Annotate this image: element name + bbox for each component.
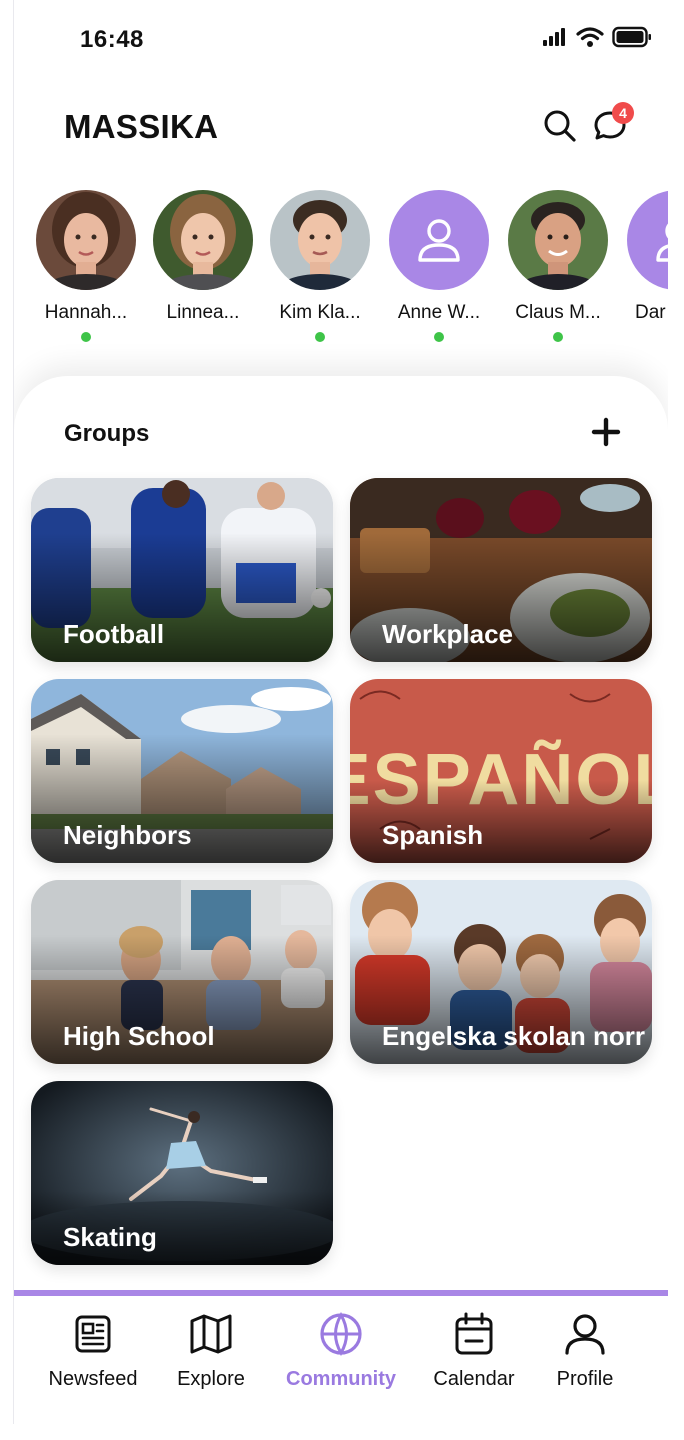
tab-community[interactable]: Community bbox=[281, 1310, 401, 1391]
wifi-icon bbox=[576, 27, 604, 47]
group-card-engelska-skolan-norr[interactable]: Engelska skolan norr bbox=[350, 880, 652, 1064]
group-card-high-school[interactable]: High School bbox=[31, 880, 333, 1064]
avatar bbox=[153, 190, 253, 290]
person-item[interactable]: Kim Kla... bbox=[268, 190, 372, 342]
bottom-tab-bar: Newsfeed Explore Community Calendar Prof… bbox=[14, 1296, 668, 1424]
plus-icon bbox=[591, 417, 621, 447]
avatar bbox=[36, 190, 136, 290]
tab-label: Calendar bbox=[433, 1368, 515, 1390]
group-name: Skating bbox=[63, 1222, 157, 1252]
signal-icon bbox=[543, 28, 565, 46]
person-name: Anne W... bbox=[397, 302, 481, 323]
tab-explore[interactable]: Explore bbox=[151, 1310, 271, 1391]
person-name: Dar bbox=[635, 302, 666, 323]
messages-button[interactable]: 4 bbox=[590, 102, 634, 146]
tab-label: Newsfeed bbox=[48, 1368, 138, 1390]
person-item[interactable]: Anne W... bbox=[387, 190, 491, 342]
person-item[interactable]: Claus M... bbox=[506, 190, 610, 342]
groups-panel: Groups Football Workplace Neighbors Span… bbox=[14, 376, 668, 1296]
app-title: MASSIKA bbox=[64, 108, 219, 145]
person-name: Kim Kla... bbox=[279, 302, 361, 323]
online-indicator bbox=[315, 332, 325, 342]
person-name: Linnea... bbox=[166, 302, 240, 323]
status-time: 16:48 bbox=[80, 26, 144, 53]
person-name: Claus M... bbox=[515, 302, 601, 323]
people-carousel[interactable]: Hannah... Linnea... Kim Kla... Anne W...… bbox=[14, 190, 668, 350]
avatar bbox=[270, 190, 370, 290]
tab-profile[interactable]: Profile bbox=[525, 1310, 645, 1391]
online-indicator bbox=[81, 332, 91, 342]
person-name: Hannah... bbox=[44, 302, 128, 323]
group-name: Workplace bbox=[382, 619, 514, 649]
group-name: Engelska skolan norr bbox=[382, 1021, 645, 1051]
globe-icon bbox=[320, 1312, 362, 1356]
tab-label: Explore bbox=[177, 1368, 245, 1390]
group-card-football[interactable]: Football bbox=[31, 478, 333, 662]
status-bar: 16:48 bbox=[14, 0, 668, 80]
app-screen: 16:48 MASSIKA 4 Hannah... Linnea... Kim … bbox=[13, 0, 668, 1424]
avatar bbox=[508, 190, 608, 290]
add-group-button[interactable] bbox=[588, 414, 624, 450]
group-card-workplace[interactable]: Workplace bbox=[350, 478, 652, 662]
tab-calendar[interactable]: Calendar bbox=[414, 1310, 534, 1391]
battery-icon bbox=[612, 26, 651, 48]
person-item[interactable]: Hannah... bbox=[34, 190, 138, 342]
user-icon bbox=[565, 1314, 605, 1355]
tab-label: Profile bbox=[556, 1368, 614, 1390]
user-placeholder-icon bbox=[418, 219, 460, 262]
group-name: Neighbors bbox=[63, 820, 192, 850]
calendar-icon bbox=[455, 1312, 493, 1355]
online-indicator bbox=[434, 332, 444, 342]
notification-badge: 4 bbox=[612, 102, 634, 124]
person-item[interactable]: Dar bbox=[625, 190, 668, 324]
avatar bbox=[627, 190, 668, 290]
group-card-skating[interactable]: Skating bbox=[31, 1081, 333, 1265]
user-placeholder-icon bbox=[656, 223, 668, 262]
group-name: Football bbox=[63, 619, 165, 649]
groups-title: Groups bbox=[64, 420, 150, 447]
group-card-spanish[interactable]: ESPAÑOL Spanish bbox=[350, 679, 652, 863]
map-icon bbox=[190, 1314, 232, 1354]
tab-newsfeed[interactable]: Newsfeed bbox=[33, 1310, 153, 1391]
group-name: Spanish bbox=[382, 820, 484, 850]
tab-label: Community bbox=[286, 1368, 396, 1390]
newspaper-icon bbox=[75, 1315, 111, 1353]
status-icons bbox=[542, 26, 652, 48]
search-button[interactable] bbox=[540, 106, 580, 146]
person-item[interactable]: Linnea... bbox=[151, 190, 255, 324]
online-indicator bbox=[553, 332, 563, 342]
app-header: MASSIKA 4 bbox=[14, 96, 668, 160]
group-name: High School bbox=[63, 1021, 215, 1051]
search-icon bbox=[544, 110, 576, 142]
group-card-neighbors[interactable]: Neighbors bbox=[31, 679, 333, 863]
avatar bbox=[389, 190, 489, 290]
